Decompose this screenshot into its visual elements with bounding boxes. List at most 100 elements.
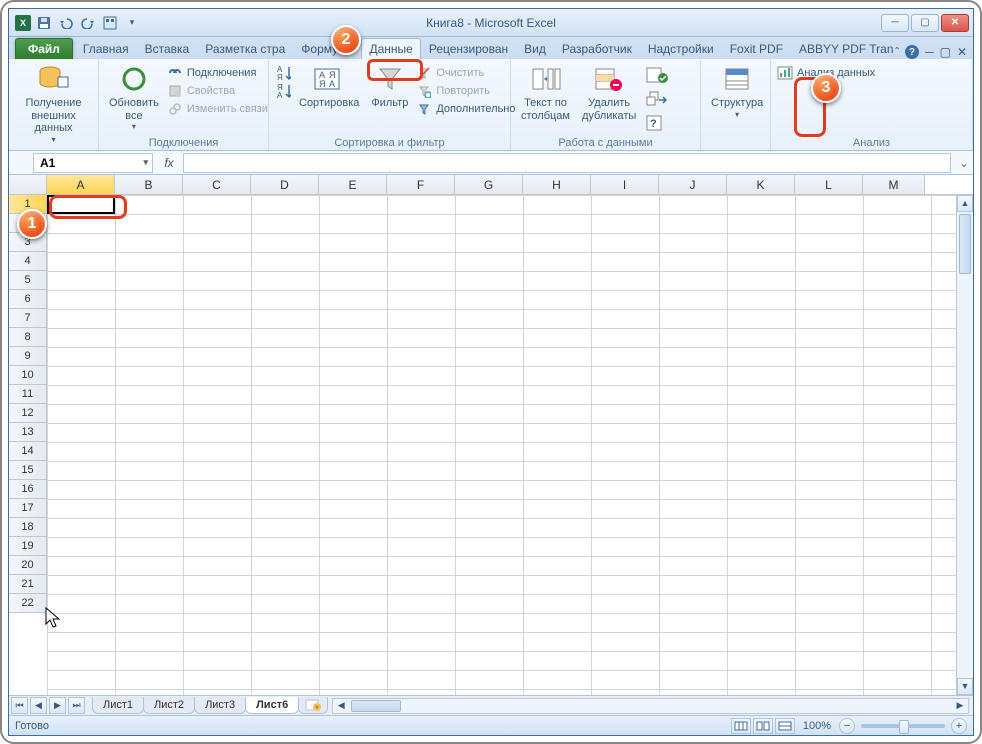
edit-links-button[interactable]: Изменить связи	[167, 101, 268, 117]
refresh-all-button[interactable]: Обновить все ▾	[105, 61, 163, 133]
col-G[interactable]: G	[455, 175, 523, 194]
close-button[interactable]: ✕	[941, 14, 969, 32]
tab-view[interactable]: Вид	[516, 38, 554, 59]
view-layout-button[interactable]	[753, 718, 773, 734]
tab-insert[interactable]: Вставка	[137, 38, 198, 59]
save-icon[interactable]	[35, 14, 53, 32]
row-6[interactable]: 6	[9, 290, 47, 309]
tab-home[interactable]: Главная	[75, 38, 137, 59]
reapply-button[interactable]: Повторить	[416, 83, 515, 99]
scroll-right-icon[interactable]: ▶	[952, 700, 968, 711]
sheet-tab-4[interactable]: Лист6	[245, 697, 299, 714]
new-sheet-button[interactable]	[298, 697, 328, 714]
zoom-in-button[interactable]: +	[951, 718, 967, 734]
text-to-columns-button[interactable]: Текст по столбцам	[517, 61, 574, 124]
data-validation-button[interactable]	[644, 65, 670, 85]
row-13[interactable]: 13	[9, 423, 47, 442]
col-I[interactable]: I	[591, 175, 659, 194]
tab-data[interactable]: Данные	[361, 38, 420, 59]
col-L[interactable]: L	[795, 175, 863, 194]
row-5[interactable]: 5	[9, 271, 47, 290]
tab-addins[interactable]: Надстройки	[640, 38, 722, 59]
row-15[interactable]: 15	[9, 461, 47, 480]
formula-input[interactable]	[183, 153, 951, 173]
advanced-filter-button[interactable]: Дополнительно	[416, 101, 515, 117]
col-A[interactable]: A	[47, 175, 115, 194]
row-20[interactable]: 20	[9, 556, 47, 575]
redo-icon[interactable]	[79, 14, 97, 32]
col-B[interactable]: B	[115, 175, 183, 194]
last-sheet-button[interactable]: ⏭	[68, 697, 85, 714]
sort-desc-button[interactable]: ЯА	[275, 83, 291, 99]
col-F[interactable]: F	[387, 175, 455, 194]
remove-duplicates-button[interactable]: Удалить дубликаты	[578, 61, 640, 124]
row-12[interactable]: 12	[9, 404, 47, 423]
row-17[interactable]: 17	[9, 499, 47, 518]
tab-developer[interactable]: Разработчик	[554, 38, 640, 59]
col-K[interactable]: K	[727, 175, 795, 194]
view-pagebreak-button[interactable]	[775, 718, 795, 734]
scroll-down-icon[interactable]: ▼	[957, 678, 973, 695]
undo-icon[interactable]	[57, 14, 75, 32]
scroll-up-icon[interactable]: ▲	[957, 195, 973, 212]
file-tab[interactable]: Файл	[15, 38, 73, 59]
maximize-button[interactable]: ▢	[911, 14, 939, 32]
col-C[interactable]: C	[183, 175, 251, 194]
wb-restore-icon[interactable]: ▢	[940, 45, 951, 59]
qat-custom-icon[interactable]	[101, 14, 119, 32]
outline-button[interactable]: Структура ▾	[707, 61, 767, 121]
row-11[interactable]: 11	[9, 385, 47, 404]
qat-dropdown-icon[interactable]: ▾	[123, 14, 141, 32]
row-19[interactable]: 19	[9, 537, 47, 556]
row-7[interactable]: 7	[9, 309, 47, 328]
sheet-tab-1[interactable]: Лист1	[92, 697, 144, 714]
zoom-level[interactable]: 100%	[803, 720, 831, 732]
get-external-data-button[interactable]: Получение внешних данных ▾	[15, 61, 92, 146]
row-9[interactable]: 9	[9, 347, 47, 366]
tab-foxit[interactable]: Foxit PDF	[722, 38, 791, 59]
clear-filter-button[interactable]: Очистить	[416, 65, 515, 81]
sheet-tab-3[interactable]: Лист3	[194, 697, 246, 714]
connections-button[interactable]: Подключения	[167, 65, 268, 81]
horizontal-scrollbar[interactable]: ◀ ▶	[332, 698, 969, 714]
row-21[interactable]: 21	[9, 575, 47, 594]
consolidate-button[interactable]	[644, 89, 670, 109]
zoom-slider[interactable]	[861, 724, 945, 728]
col-H[interactable]: H	[523, 175, 591, 194]
expand-formula-bar[interactable]: ⌄	[955, 156, 973, 170]
tab-layout[interactable]: Разметка стра	[197, 38, 293, 59]
whatif-button[interactable]: ?	[644, 113, 670, 133]
hscroll-thumb[interactable]	[351, 700, 401, 712]
first-sheet-button[interactable]: ⏮	[11, 697, 28, 714]
properties-button[interactable]: Свойства	[167, 83, 268, 99]
row-8[interactable]: 8	[9, 328, 47, 347]
row-4[interactable]: 4	[9, 252, 47, 271]
filter-button[interactable]: Фильтр	[367, 61, 412, 112]
sort-asc-button[interactable]: АЯ	[275, 65, 291, 81]
prev-sheet-button[interactable]: ◀	[30, 697, 47, 714]
vertical-scrollbar[interactable]: ▲ ▼	[956, 195, 973, 695]
view-normal-button[interactable]	[731, 718, 751, 734]
next-sheet-button[interactable]: ▶	[49, 697, 66, 714]
help-icon[interactable]: ?	[905, 45, 919, 59]
fx-button[interactable]: fx	[159, 153, 179, 173]
zoom-out-button[interactable]: −	[839, 718, 855, 734]
sort-button[interactable]: АЯЯА Сортировка	[295, 61, 363, 112]
sheet-tab-2[interactable]: Лист2	[143, 697, 195, 714]
col-E[interactable]: E	[319, 175, 387, 194]
minimize-ribbon-icon[interactable]: ˆ	[895, 45, 899, 59]
row-10[interactable]: 10	[9, 366, 47, 385]
select-all-corner[interactable]	[9, 175, 47, 194]
name-box[interactable]: A1	[33, 153, 153, 173]
row-14[interactable]: 14	[9, 442, 47, 461]
wb-minimize-icon[interactable]: ─	[925, 45, 934, 59]
row-18[interactable]: 18	[9, 518, 47, 537]
tab-abbyy[interactable]: ABBYY PDF Tran	[791, 38, 901, 59]
col-J[interactable]: J	[659, 175, 727, 194]
col-M[interactable]: M	[863, 175, 925, 194]
row-16[interactable]: 16	[9, 480, 47, 499]
minimize-button[interactable]: ─	[881, 14, 909, 32]
wb-close-icon[interactable]: ✕	[957, 45, 967, 59]
tab-review[interactable]: Рецензирован	[421, 38, 516, 59]
col-D[interactable]: D	[251, 175, 319, 194]
